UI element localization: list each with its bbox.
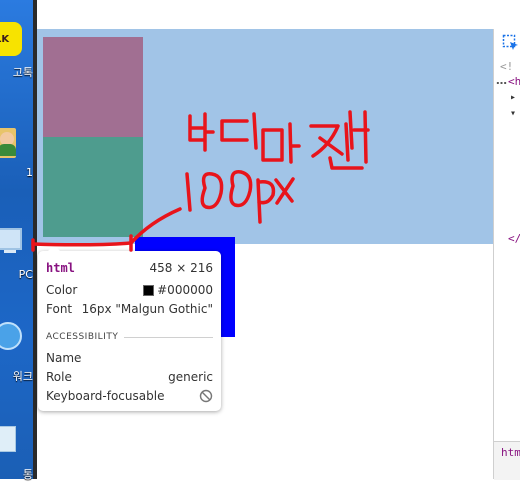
color-value: #000000 [157, 283, 213, 297]
desktop-strip: LK 고톡 1 PC 워크 통 [0, 0, 35, 481]
desktop-label: 통 [22, 468, 33, 481]
this-pc-icon[interactable] [0, 222, 33, 262]
desktop-label: 워크 [12, 370, 33, 383]
network-icon[interactable] [0, 318, 33, 358]
devtools-pane: <! … <h ▸ ▾ </ htm [493, 29, 520, 480]
not-focusable-icon [199, 389, 213, 403]
element-tag: html [46, 261, 75, 275]
inspect-tooltip: html 458 × 216 Color #000000 Font 16px "… [38, 245, 221, 411]
folder-icon[interactable] [0, 118, 33, 162]
devtools-breadcrumb-bar: htm [494, 441, 520, 480]
breadcrumb-html[interactable]: htm [501, 446, 520, 459]
desktop-label: 고톡 [12, 66, 33, 79]
inspect-element-icon[interactable] [502, 34, 520, 52]
name-row: Name [46, 350, 213, 366]
kakaotalk-tile: LK [0, 22, 22, 56]
more-options-icon[interactable]: … [496, 74, 507, 87]
font-value: 16px "Malgun Gothic" [81, 302, 213, 316]
keyboard-focusable-label: Keyboard-focusable [46, 389, 165, 403]
dom-line-html[interactable]: <h [508, 75, 520, 88]
keyboard-focusable-row: Keyboard-focusable [46, 388, 213, 404]
role-value: generic [168, 370, 213, 384]
tooltip-caret [48, 245, 60, 251]
color-swatch [143, 284, 155, 296]
accessibility-section-header: ACCESSIBILITY [46, 331, 213, 343]
font-row: Font 16px "Malgun Gothic" [46, 301, 213, 317]
kakaotalk-icon[interactable]: LK [0, 22, 33, 62]
tooltip-header: html 458 × 216 [46, 260, 213, 276]
teal-box [43, 137, 143, 237]
dom-line-close-html[interactable]: </ [508, 232, 520, 245]
font-label: Font [46, 302, 73, 316]
name-label: Name [46, 351, 82, 365]
role-label: Role [46, 370, 72, 384]
dom-line-doctype[interactable]: <! [500, 60, 513, 73]
desktop-label: PC [18, 268, 33, 281]
html-element-highlight [37, 29, 493, 244]
desktop-label: 1 [26, 166, 33, 179]
color-row: Color #000000 [46, 282, 213, 298]
dom-expander-collapsed[interactable]: ▸ [510, 92, 516, 103]
role-row: Role generic [46, 369, 213, 385]
accessibility-title: ACCESSIBILITY [46, 332, 119, 342]
section-divider [124, 336, 213, 338]
dom-expander-expanded[interactable]: ▾ [510, 108, 516, 119]
color-label: Color [46, 283, 78, 297]
recycle-bin-icon[interactable] [0, 420, 33, 460]
element-dimensions: 458 × 216 [149, 261, 214, 275]
pink-box [43, 37, 143, 137]
color-value-wrap: #000000 [143, 283, 213, 297]
